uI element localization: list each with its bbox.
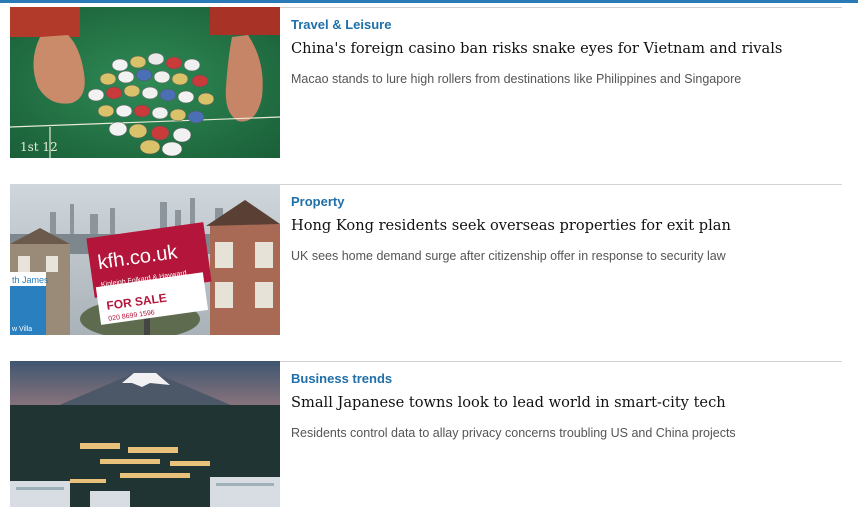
article-summary: Macao stands to lure high rollers from d… [291, 72, 742, 86]
article-card: Business trends Small Japanese towns loo… [10, 361, 842, 507]
article-category[interactable]: Travel & Leisure [291, 17, 391, 32]
divider [280, 7, 842, 8]
article-thumbnail-property[interactable]: th James w Villa kfh.co.uk Kinleigh Folk… [10, 184, 280, 335]
article-category[interactable]: Business trends [291, 371, 392, 386]
divider [280, 184, 842, 185]
table-label: 1st 12 [20, 140, 58, 154]
side-sign-brand: th James [12, 275, 49, 285]
side-sign-extra: w Villa [11, 326, 32, 333]
article-headline[interactable]: Hong Kong residents seek overseas proper… [291, 217, 731, 234]
article-summary: Residents control data to allay privacy … [291, 426, 736, 440]
article-thumbnail-smart-city[interactable] [10, 361, 280, 507]
top-accent-bar [0, 0, 858, 3]
divider [280, 361, 842, 362]
article-card: 1st 12 Travel & Leisure China's foreign … [10, 7, 842, 158]
article-card: th James w Villa kfh.co.uk Kinleigh Folk… [10, 184, 842, 335]
article-summary: UK sees home demand surge after citizens… [291, 249, 726, 263]
article-category[interactable]: Property [291, 194, 344, 209]
article-headline[interactable]: China's foreign casino ban risks snake e… [291, 40, 782, 57]
article-thumbnail-casino[interactable]: 1st 12 [10, 7, 280, 158]
article-headline[interactable]: Small Japanese towns look to lead world … [291, 394, 726, 411]
